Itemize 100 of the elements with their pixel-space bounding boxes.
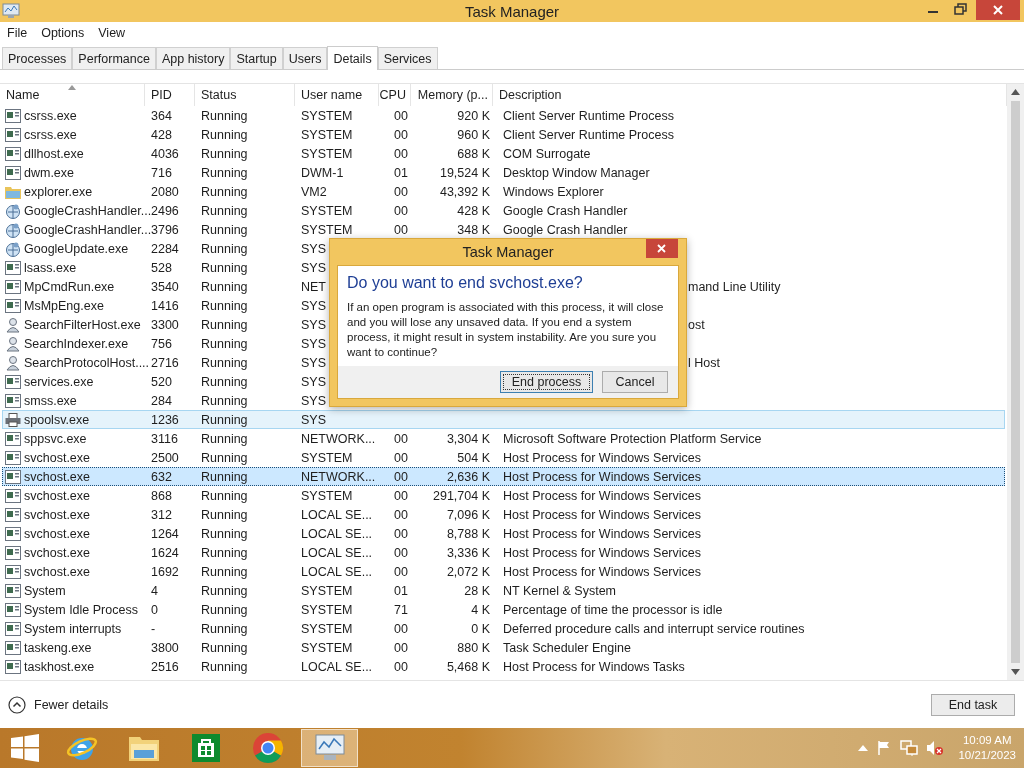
table-cell: 00 (394, 507, 408, 522)
table-cell: 00 (394, 545, 408, 560)
table-cell: 19,524 K (439, 165, 490, 180)
dialog-button[interactable]: Cancel (602, 371, 668, 393)
table-cell: SYSTEM (301, 108, 353, 123)
table-cell: Running (201, 298, 248, 313)
table-cell: SYS (301, 317, 326, 332)
table-cell: 00 (394, 450, 408, 465)
table-cell: 868 (151, 488, 172, 503)
window-icon (5, 507, 21, 522)
menu-item[interactable]: View (98, 26, 126, 40)
table-cell: 3,304 K (446, 431, 490, 446)
process-name: MsMpEng.exe (24, 298, 104, 313)
table-cell: SYS (301, 260, 326, 275)
table-cell: LOCAL SE... (301, 564, 373, 579)
table-cell: Running (201, 127, 248, 142)
table-cell: 1236 (151, 412, 179, 427)
table-cell: 4 K (471, 602, 490, 617)
caret-up-icon[interactable] (858, 745, 869, 751)
folder-icon (5, 184, 21, 199)
table-cell: Deferred procedure calls and interrupt service routines (503, 621, 805, 636)
table-cell: Running (201, 564, 248, 579)
globe-icon (5, 240, 21, 257)
scroll-up-icon[interactable] (1011, 89, 1020, 95)
scroll-down-icon[interactable] (1011, 669, 1020, 675)
table-cell: 28 K (464, 583, 490, 598)
process-name: GoogleCrashHandler... (24, 222, 152, 237)
process-name: svchost.exe (24, 526, 90, 541)
window-title: Task Manager (464, 2, 560, 20)
tab[interactable]: App history (155, 47, 231, 69)
table-cell: Running (201, 355, 248, 370)
date-text: 10/21/2023 (958, 748, 1016, 763)
table-cell: Running (201, 412, 248, 427)
table-cell: 528 (151, 260, 172, 275)
dialog-button[interactable]: End process (500, 371, 593, 393)
tab[interactable]: Processes (2, 47, 73, 69)
speaker-muted-icon[interactable] (926, 740, 945, 756)
sort-caret-icon (68, 85, 76, 90)
window-icon (5, 165, 21, 180)
table-cell: NETWORK... (301, 469, 376, 484)
table-cell: SYSTEM (301, 488, 353, 503)
end-task-button[interactable]: End task (931, 693, 1015, 716)
menu-item[interactable]: Options (41, 26, 85, 40)
close-icon[interactable] (976, 0, 1020, 20)
tab[interactable]: Performance (72, 47, 156, 69)
column-header[interactable]: PID (145, 84, 195, 106)
tab[interactable]: Startup (230, 47, 283, 69)
windows-logo-icon[interactable] (11, 734, 39, 762)
table-cell: Running (201, 602, 248, 617)
table-cell: SYSTEM (301, 203, 353, 218)
table-row[interactable]: spoolsv.exe 1236 Running SYS (2, 410, 1005, 429)
table-cell: 756 (151, 336, 172, 351)
process-name: GoogleCrashHandler... (24, 203, 152, 218)
column-header[interactable]: CPU (379, 84, 411, 106)
table-cell: Microsoft Software Protection Platform Service (503, 431, 762, 446)
table-cell: 2284 (151, 241, 179, 256)
table-cell: 2,636 K (446, 469, 490, 484)
table-cell: Running (201, 317, 248, 332)
column-header[interactable]: User name (295, 84, 379, 106)
column-header[interactable]: Name (0, 84, 145, 106)
window-icon (5, 108, 21, 123)
process-name: taskhost.exe (24, 659, 95, 674)
scroll-thumb[interactable] (1011, 101, 1020, 663)
process-name: services.exe (24, 374, 94, 389)
table-row[interactable]: svchost.exe 632 Running NETWORK... 00 2,636 K Host Process for Windows Services (2, 467, 1005, 486)
table-cell: 5,468 K (446, 659, 490, 674)
table-cell: Client Server Runtime Process (503, 108, 674, 123)
table-cell: 00 (394, 640, 408, 655)
table-cell: SYS (301, 241, 326, 256)
column-header[interactable]: Status (195, 84, 295, 106)
column-header[interactable]: Memory (p... (411, 84, 493, 106)
fewer-details-button[interactable]: Fewer details (8, 695, 109, 714)
table-cell: SYSTEM (301, 146, 353, 161)
dialog-heading: Do you want to end svchost.exe? (347, 274, 584, 292)
table-cell: 428 K (457, 203, 490, 218)
window-icon (5, 450, 21, 465)
table-cell: Windows Explorer (503, 184, 604, 199)
tab[interactable]: Services (377, 47, 438, 69)
window-icon (5, 260, 21, 275)
close-icon[interactable] (646, 239, 678, 258)
table-cell: Running (201, 108, 248, 123)
taskbar-button[interactable] (301, 729, 358, 767)
table-cell: 520 (151, 374, 172, 389)
table-cell: Running (201, 488, 248, 503)
table-cell: 1264 (151, 526, 179, 541)
process-name: svchost.exe (24, 488, 90, 503)
table-cell: 0 K (471, 621, 490, 636)
process-name: MpCmdRun.exe (24, 279, 115, 294)
window-icon (5, 469, 21, 484)
table-cell: SYSTEM (301, 450, 353, 465)
window-icon (5, 526, 21, 541)
tab[interactable]: Users (282, 47, 328, 69)
tab[interactable]: Details (327, 46, 378, 70)
globe-icon (5, 221, 21, 238)
network-icon[interactable] (900, 740, 919, 756)
table-cell: SYS (301, 393, 326, 408)
table-cell: 3800 (151, 640, 179, 655)
scrollbar[interactable] (1007, 84, 1024, 680)
table-cell: 3540 (151, 279, 179, 294)
menu-item[interactable]: File (7, 26, 28, 40)
